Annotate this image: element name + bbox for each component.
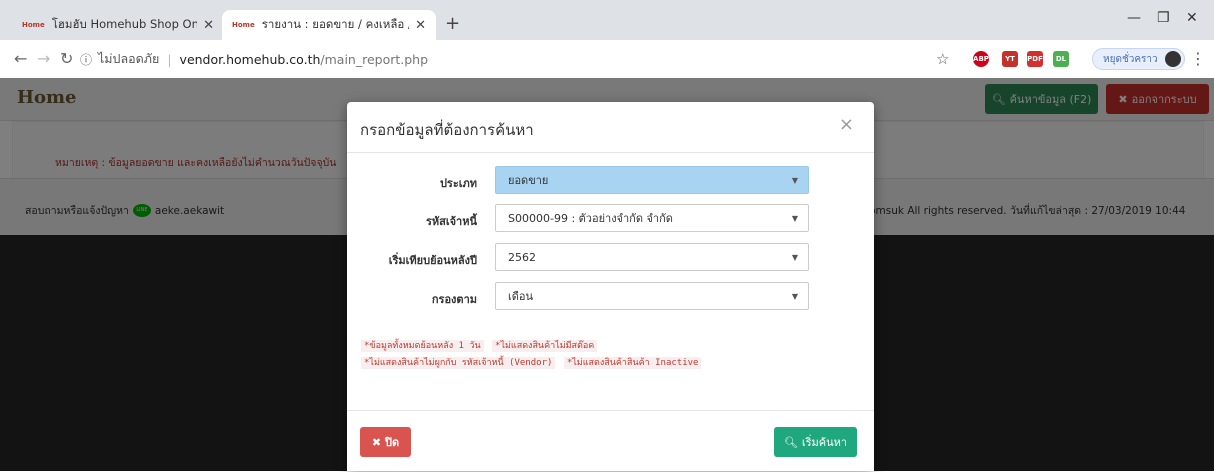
search-icon: 🔍︎	[783, 435, 798, 449]
field-label: กรองตาม	[431, 293, 477, 306]
tab-title: รายงาน : ยอดขาย / คงเหลือ / สินค้าใน	[261, 17, 409, 31]
year-select-value: 2562	[508, 250, 536, 264]
tab-title: โฮมฮับ Homehub Shop Online	[51, 17, 198, 31]
tab-close-icon[interactable]: ✕	[415, 18, 426, 33]
chevron-down-icon: ▼	[791, 292, 798, 301]
field-label: ประเภท	[439, 177, 477, 190]
field-label: เริ่มเทียบย้อนหลังปี	[388, 254, 477, 267]
vendor-select[interactable]: S00000-99 : ตัวอย่างจำกัด จำกัด ▼	[495, 204, 809, 232]
browser-tab-homehub[interactable]: Home โฮมฮับ Homehub Shop Online ✕	[12, 10, 224, 40]
adblock-extension-icon[interactable]: ABP	[973, 51, 989, 67]
chevron-down-icon: ▼	[791, 176, 798, 185]
chevron-down-icon: ▼	[791, 214, 798, 223]
modal-header: กรอกข้อมูลที่ต้องการค้นหา ×	[347, 102, 874, 153]
youtube-extension-icon[interactable]: YT	[1002, 51, 1018, 67]
reload-icon[interactable]: ↻	[60, 49, 73, 68]
avatar	[1164, 51, 1181, 67]
new-tab-button[interactable]: +	[445, 13, 460, 34]
modal-title: กรอกข้อมูลที่ต้องการค้นหา	[360, 121, 534, 139]
back-arrow-icon[interactable]: ←	[14, 49, 27, 68]
address-bar[interactable]: ⓘ ไม่ปลอดภัย | vendor.homehub.co.th /mai…	[80, 47, 945, 71]
type-select-value: ยอดขาย	[508, 174, 549, 187]
favicon-icon: Home	[22, 21, 45, 29]
pdf-extension-icon[interactable]: PDF	[1027, 51, 1043, 67]
browser-toolbar: ← → ↻ ⓘ ไม่ปลอดภัย | vendor.homehub.co.t…	[0, 40, 1214, 79]
hint-text: *ไม่แสดงสินค้าไม่ผูกกับ รหัสเจ้าหนี้ (Ve…	[361, 357, 556, 369]
chevron-down-icon: ▼	[791, 253, 798, 262]
search-modal: กรอกข้อมูลที่ต้องการค้นหา × ประเภท ยอดขา…	[347, 102, 874, 471]
close-button[interactable]: ✖ ปิด	[360, 427, 411, 457]
field-filter-row: กรองตาม เดือน ▼	[347, 282, 874, 312]
year-select[interactable]: 2562 ▼	[495, 243, 809, 271]
type-select[interactable]: ยอดขาย ▼	[495, 166, 809, 194]
profile-chip[interactable]: หยุดชั่วคราว	[1092, 48, 1185, 70]
field-vendor-row: รหัสเจ้าหนี้ S00000-99 : ตัวอย่างจำกัด จ…	[347, 204, 874, 234]
star-icon[interactable]: ☆	[936, 50, 949, 68]
start-search-label: เริ่มค้นหา	[801, 436, 848, 449]
start-search-button[interactable]: 🔍︎ เริ่มค้นหา	[774, 427, 857, 457]
favicon-icon: Home	[232, 21, 255, 29]
filter-select-value: เดือน	[508, 290, 534, 303]
url-host: vendor.homehub.co.th	[179, 51, 321, 67]
x-icon: ✖	[371, 435, 382, 449]
filter-select[interactable]: เดือน ▼	[495, 282, 809, 310]
field-label: รหัสเจ้าหนี้	[425, 215, 477, 228]
minimize-icon[interactable]: —	[1127, 10, 1141, 26]
tab-close-icon[interactable]: ✕	[203, 18, 214, 33]
browser-tabstrip: Home โฮมฮับ Homehub Shop Online ✕ Home ร…	[0, 0, 1214, 40]
hint-text: *ไม่แสดงสินค้าสินค้า Inactive	[563, 357, 702, 369]
close-icon[interactable]: ×	[839, 114, 854, 135]
download-extension-icon[interactable]: DL	[1053, 51, 1069, 67]
hint-notes: *ข้อมูลทั้งหมดย้อนหลัง 1 วัน *ไม่แสดงสิน…	[361, 338, 704, 372]
forward-arrow-icon[interactable]: →	[37, 49, 50, 68]
modal-footer: ✖ ปิด 🔍︎ เริ่มค้นหา	[347, 410, 874, 472]
window-close-icon[interactable]: ✕	[1186, 10, 1198, 26]
browser-tab-report[interactable]: Home รายงาน : ยอดขาย / คงเหลือ / สินค้าใ…	[222, 10, 436, 40]
url-path: /main_report.php	[320, 51, 429, 67]
profile-label: หยุดชั่วคราว	[1103, 53, 1158, 65]
info-icon[interactable]: ⓘ	[80, 51, 92, 68]
vendor-select-value: S00000-99 : ตัวอย่างจำกัด จำกัด	[508, 212, 673, 225]
address-separator: |	[167, 51, 172, 67]
field-year-row: เริ่มเทียบย้อนหลังปี 2562 ▼	[347, 243, 874, 273]
kebab-menu-icon[interactable]: ⋮	[1190, 49, 1206, 68]
restore-icon[interactable]: ❐	[1157, 10, 1170, 26]
hint-text: *ข้อมูลทั้งหมดย้อนหลัง 1 วัน	[361, 340, 484, 352]
hint-text: *ไม่แสดงสินค้าไม่มีสต๊อค	[492, 340, 598, 352]
security-label: ไม่ปลอดภัย	[98, 51, 160, 66]
close-button-label: ปิด	[385, 436, 400, 449]
field-type-row: ประเภท ยอดขาย ▼	[347, 166, 874, 196]
